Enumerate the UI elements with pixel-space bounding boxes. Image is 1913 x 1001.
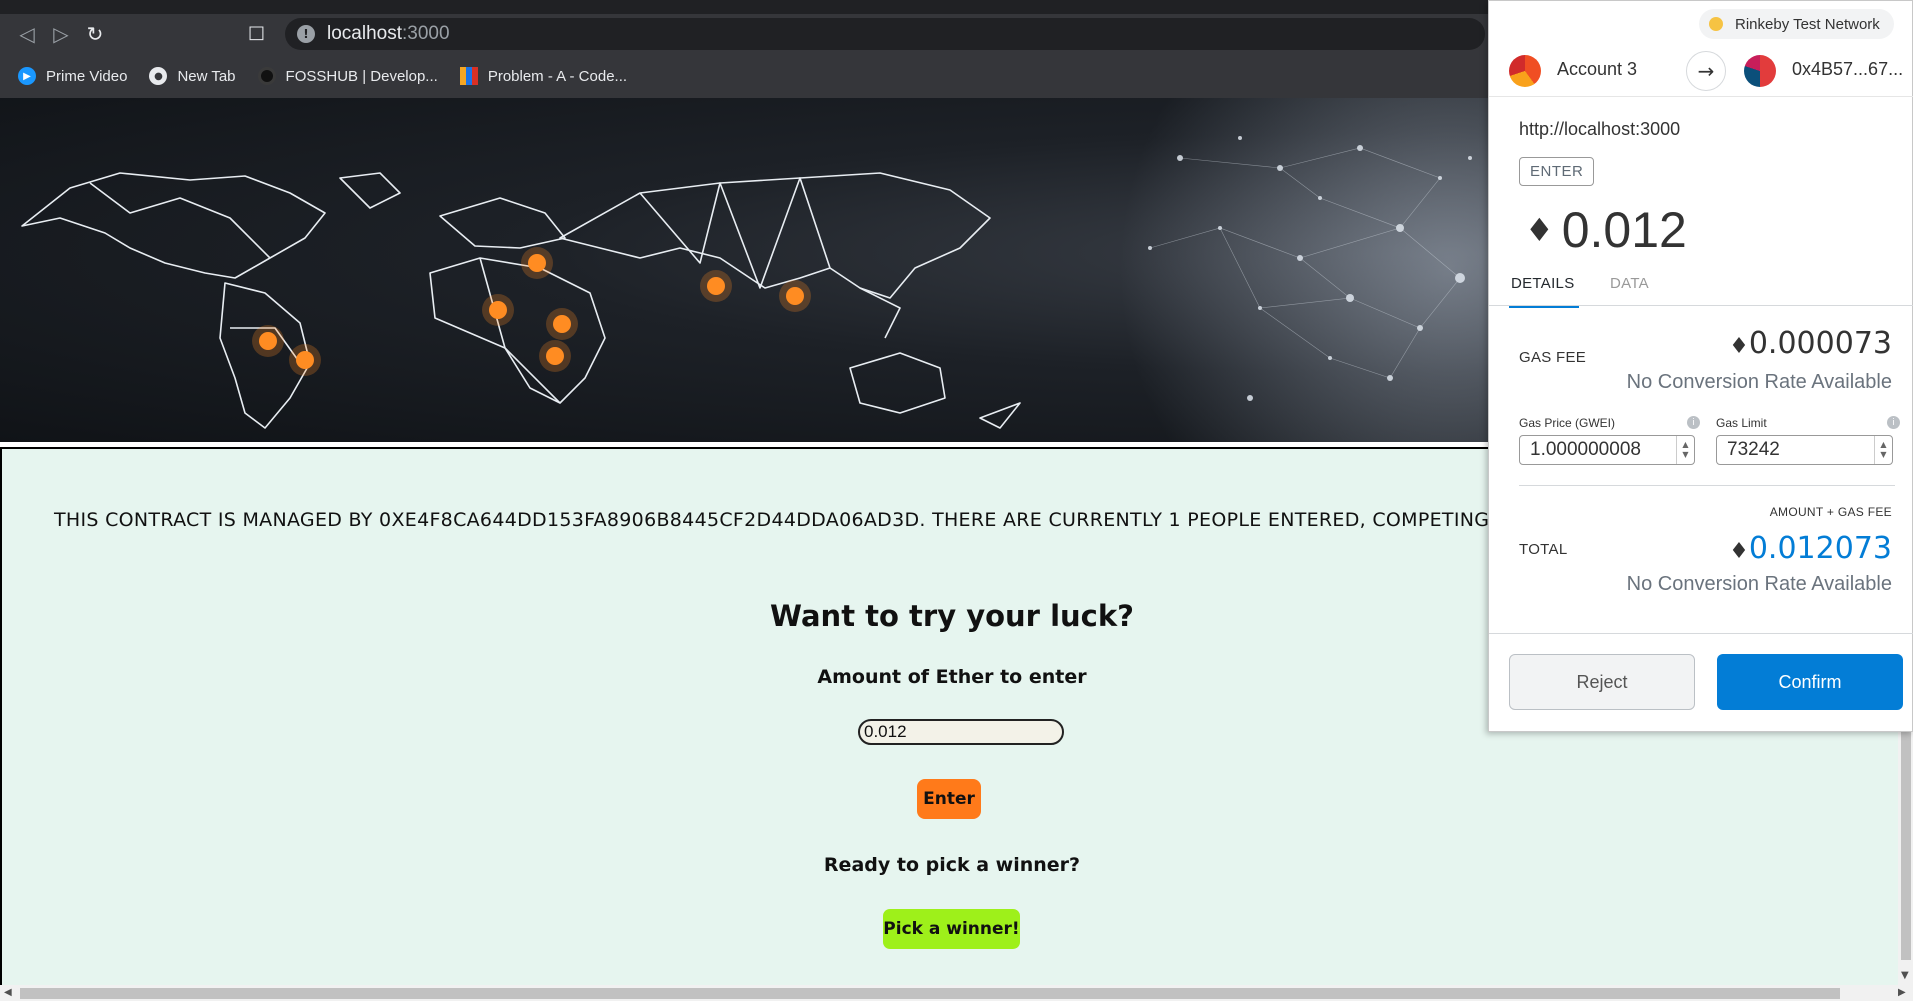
- recipient-identicon: [1744, 55, 1776, 87]
- bookmark-icon[interactable]: □: [248, 22, 265, 43]
- gas-price-input[interactable]: 1.000000008 ▲ ▼: [1519, 435, 1695, 465]
- gas-price-stepper[interactable]: ▲ ▼: [1676, 436, 1694, 464]
- gas-fee-amount: 0.000073: [1748, 326, 1892, 361]
- address-bar[interactable]: ! localhost:3000: [285, 18, 1485, 50]
- popup-footer: Reject Confirm: [1489, 633, 1913, 733]
- method-badge: ENTER: [1519, 157, 1595, 186]
- account-name: Account 3: [1557, 59, 1638, 79]
- tab-details[interactable]: DETAILS: [1509, 275, 1579, 308]
- gas-price-value: 1.000000008: [1530, 439, 1641, 460]
- total-amount: 0.012073: [1748, 531, 1892, 566]
- vertical-scroll-thumb[interactable]: [1901, 720, 1911, 960]
- total-label: TOTAL: [1519, 541, 1568, 558]
- play-icon: ▶: [18, 67, 36, 85]
- ethereum-icon: ♦: [1729, 539, 1749, 564]
- ether-amount-input[interactable]: [858, 719, 1064, 745]
- network-selector[interactable]: Rinkeby Test Network: [1699, 9, 1894, 39]
- gas-limit-input[interactable]: 73242 ▲ ▼: [1716, 435, 1893, 465]
- horizontal-scrollbar[interactable]: ◀ ▶: [0, 985, 1913, 1001]
- bookmark-label: FOSSHUB | Develop...: [285, 67, 438, 85]
- pick-winner-label: Ready to pick a winner?: [823, 854, 1081, 876]
- recipient-address[interactable]: 0x4B57...67...: [1792, 59, 1903, 80]
- ethereum-icon: ♦: [1525, 211, 1554, 249]
- bar-chart-icon: [459, 67, 478, 85]
- url-port: :3000: [402, 23, 450, 44]
- info-icon[interactable]: i: [1887, 416, 1900, 429]
- gas-fee-value: ♦0.000073: [1729, 326, 1892, 361]
- total-value: ♦0.012073: [1729, 531, 1892, 566]
- bookmark-new-tab[interactable]: ● New Tab: [149, 67, 236, 85]
- gas-price-label: Gas Price (GWEI): [1519, 416, 1616, 430]
- account-identicon: [1509, 55, 1541, 87]
- url-host: localhost: [327, 23, 402, 44]
- globe-icon: ●: [149, 67, 168, 85]
- network-status-icon: [1709, 17, 1723, 31]
- tab-bar: DETAILS DATA: [1489, 263, 1913, 308]
- reload-icon[interactable]: ↻: [78, 17, 112, 51]
- back-icon[interactable]: ◁: [10, 17, 44, 51]
- horizontal-scroll-thumb[interactable]: [20, 988, 1840, 999]
- gas-fee-label: GAS FEE: [1519, 349, 1587, 366]
- tab-data[interactable]: DATA: [1610, 275, 1649, 292]
- amount-value: 0.012: [1561, 202, 1687, 258]
- bookmark-fosshub[interactable]: FOSSHUB | Develop...: [257, 67, 438, 85]
- forward-icon[interactable]: ▷: [44, 17, 78, 51]
- account-row: Account 3 → 0x4B57...67...: [1489, 47, 1913, 97]
- reject-button[interactable]: Reject: [1509, 654, 1695, 710]
- arrow-right-icon: →: [1686, 51, 1726, 91]
- scroll-down-icon[interactable]: ▼: [1901, 970, 1909, 981]
- bookmark-prime-video[interactable]: ▶ Prime Video: [18, 67, 127, 85]
- bookmark-label: Prime Video: [46, 67, 128, 85]
- request-origin: http://localhost:3000: [1519, 119, 1681, 139]
- vertical-scrollbar[interactable]: ▼: [1898, 720, 1913, 985]
- total-conversion: No Conversion Rate Available: [1626, 573, 1892, 595]
- bookmark-label: Problem - A - Code...: [487, 67, 628, 85]
- scroll-right-icon[interactable]: ▶: [1898, 987, 1906, 998]
- gas-limit-value: 73242: [1727, 439, 1780, 460]
- site-info-icon[interactable]: !: [297, 25, 315, 43]
- bookmark-codeforces[interactable]: Problem - A - Code...: [459, 67, 628, 85]
- metamask-popup: Rinkeby Test Network Account 3 → 0x4B57.…: [1488, 0, 1913, 732]
- confirm-button[interactable]: Confirm: [1717, 654, 1903, 710]
- pick-winner-button[interactable]: Pick a winner!: [883, 909, 1020, 949]
- network-name: Rinkeby Test Network: [1735, 15, 1880, 33]
- ethereum-icon: ♦: [1729, 334, 1749, 359]
- enter-button[interactable]: Enter: [917, 779, 981, 819]
- bookmark-label: New Tab: [177, 67, 236, 85]
- gas-limit-label: Gas Limit: [1716, 416, 1767, 430]
- info-icon[interactable]: i: [1687, 416, 1700, 429]
- divider: [1519, 485, 1895, 486]
- amount-plus-gas-label: AMOUNT + GAS FEE: [1769, 505, 1892, 519]
- scroll-left-icon[interactable]: ◀: [4, 987, 12, 998]
- transaction-amount: ♦ 0.012: [1525, 201, 1687, 259]
- contract-info-text: THIS CONTRACT IS MANAGED BY 0XE4F8CA644D…: [54, 509, 1523, 531]
- fosshub-icon: [257, 67, 276, 85]
- gas-limit-stepper[interactable]: ▲ ▼: [1874, 436, 1892, 464]
- gas-fee-conversion: No Conversion Rate Available: [1626, 371, 1892, 393]
